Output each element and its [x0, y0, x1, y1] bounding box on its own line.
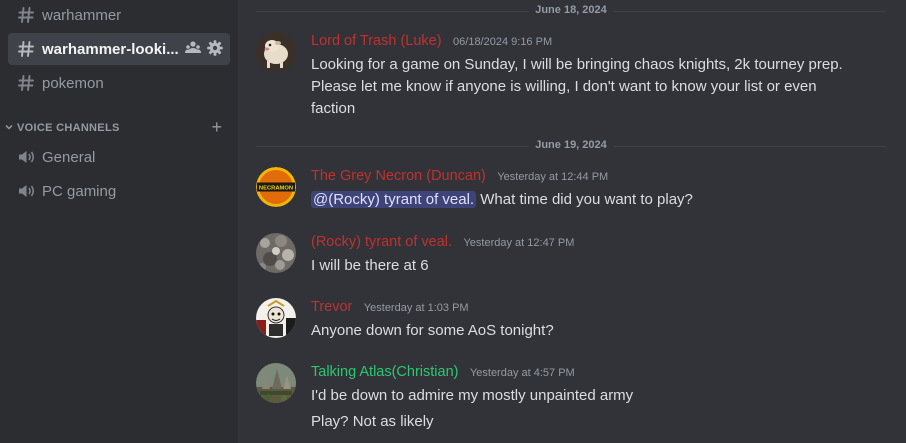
message-text: Looking for a game on Sunday, I will be …: [311, 56, 843, 117]
message-timestamp: Yesterday at 4:57 PM: [469, 367, 575, 379]
message-text: I'd be down to admire my mostly unpainte…: [311, 385, 851, 433]
channel-name: pokemon: [42, 74, 104, 92]
hash-icon: [16, 5, 36, 25]
date-divider-label: June 19, 2024: [529, 139, 613, 151]
message[interactable]: Talking Atlas(Christian) Yesterday at 4:…: [256, 363, 886, 435]
author-name[interactable]: (Rocky) tyrant of veal.: [311, 234, 452, 250]
chevron-down-icon: [4, 119, 14, 137]
speaker-icon: [16, 181, 36, 201]
message-text: I will be there at 6: [311, 257, 429, 274]
avatar[interactable]: [256, 363, 296, 403]
message-timestamp: 06/18/2024 9:16 PM: [453, 36, 553, 48]
channel-warhammer-looking[interactable]: warhammer-looki...: [8, 33, 230, 65]
speaker-icon: [16, 147, 36, 167]
channel-sidebar: warhammer warhammer-looki... pokemon VOI…: [0, 0, 238, 443]
channel-pokemon[interactable]: pokemon: [8, 67, 230, 99]
avatar[interactable]: [256, 298, 296, 338]
add-channel-icon[interactable]: +: [211, 118, 222, 136]
hash-icon: [16, 73, 36, 93]
channel-name: warhammer: [42, 6, 122, 24]
message-timestamp: Yesterday at 12:47 PM: [463, 237, 575, 249]
voice-channel-general[interactable]: General: [8, 141, 230, 173]
message-text: @(Rocky) tyrant of veal. What time did y…: [311, 189, 851, 211]
message[interactable]: NECRAMON The Grey Necron (Duncan) Yester…: [256, 167, 886, 217]
avatar-logo-text: NECRAMON: [259, 186, 293, 192]
channel-name: General: [42, 148, 96, 166]
channel-name: warhammer-looki...: [42, 40, 179, 58]
user-mention[interactable]: @(Rocky) tyrant of veal.: [311, 191, 477, 208]
message-timestamp: Yesterday at 12:44 PM: [497, 171, 609, 183]
add-member-icon[interactable]: [184, 39, 202, 62]
message-line: I'd be down to admire my mostly unpainte…: [311, 387, 634, 404]
channel-name: PC gaming: [42, 182, 117, 200]
message[interactable]: Trevor Yesterday at 1:03 PM Anyone down …: [256, 298, 886, 344]
voice-channels-category[interactable]: VOICE CHANNELS +: [4, 118, 230, 137]
avatar[interactable]: [256, 233, 296, 273]
message[interactable]: Lord of Trash (Luke) 06/18/2024 9:16 PM …: [256, 32, 886, 120]
author-name[interactable]: The Grey Necron (Duncan): [311, 168, 486, 184]
hash-icon: [16, 39, 36, 59]
message-timestamp: Yesterday at 1:03 PM: [363, 302, 469, 314]
voice-channel-pc-gaming[interactable]: PC gaming: [8, 175, 230, 207]
avatar[interactable]: NECRAMON: [256, 167, 296, 207]
date-divider-label: June 18, 2024: [529, 4, 613, 16]
channel-warhammer[interactable]: warhammer: [8, 0, 230, 31]
category-label: VOICE CHANNELS: [17, 122, 120, 134]
message[interactable]: (Rocky) tyrant of veal. Yesterday at 12:…: [256, 233, 886, 279]
message-line: Play? Not as likely: [311, 413, 434, 430]
chat-area: June 18, 2024 Lord of Trash (Luke) 06/18…: [238, 0, 906, 443]
date-divider: June 19, 2024: [256, 139, 886, 151]
date-divider: June 18, 2024: [256, 4, 886, 16]
gear-icon[interactable]: [206, 39, 224, 62]
author-name[interactable]: Talking Atlas(Christian): [311, 364, 458, 380]
author-name[interactable]: Lord of Trash (Luke): [311, 33, 442, 49]
author-name[interactable]: Trevor: [311, 299, 352, 315]
avatar[interactable]: [256, 32, 296, 72]
message-text-rest: What time did you want to play?: [476, 191, 693, 208]
message-text: Anyone down for some AoS tonight?: [311, 322, 554, 339]
